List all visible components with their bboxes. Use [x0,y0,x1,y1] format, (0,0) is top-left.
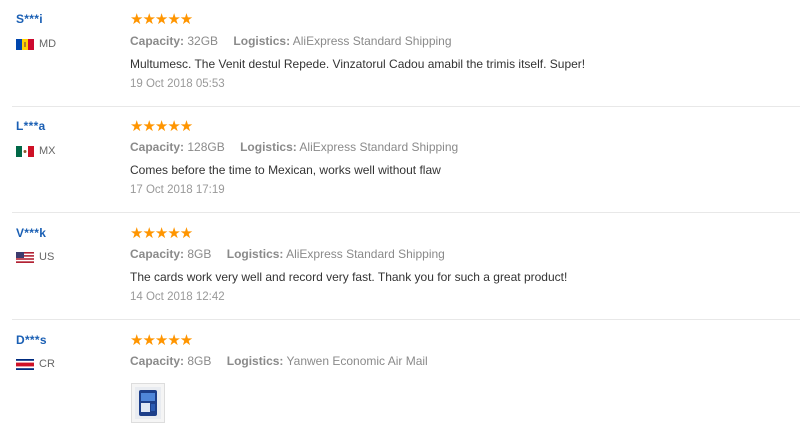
reviewer-country: CR [16,358,55,370]
reviewer-country: MD [16,38,56,50]
logistics-label: Logistics: [233,34,291,48]
flag-md-icon [16,38,34,50]
review-date: 19 Oct 2018 05:53 [130,78,225,90]
capacity-label: Capacity: [130,354,185,368]
review-date: 17 Oct 2018 17:19 [130,184,225,196]
star-rating: ★★★★★ [130,11,193,28]
logistics-label: Logistics: [240,140,297,154]
star-rating: ★★★★★ [130,118,193,135]
order-info: Capacity: 32GB Logistics: AliExpress Sta… [130,34,452,48]
capacity-label: Capacity: [130,34,185,48]
capacity-label: Capacity: [130,140,185,154]
capacity-label: Capacity: [130,247,185,261]
review-text: The cards work very well and record very… [130,270,568,284]
reviewer-name[interactable]: L***a [16,119,46,133]
logistics-value: Yanwen Economic Air Mail [286,354,428,368]
reviewer-country: US [16,251,54,263]
order-info: Capacity: 8GB Logistics: AliExpress Stan… [130,247,445,261]
star-rating: ★★★★★ [130,332,193,349]
flag-cr-icon [16,358,34,370]
country-code: MX [39,145,56,157]
capacity-value: 32GB [187,34,219,48]
review-photo-thumbnail[interactable] [131,383,165,423]
reviewer-country: MX [16,145,56,157]
review-text: Multumesc. The Venit destul Repede. Vinz… [130,57,586,71]
country-code: MD [39,38,57,50]
logistics-label: Logistics: [226,354,284,368]
order-info: Capacity: 8GB Logistics: Yanwen Economic… [130,354,428,368]
review-divider [12,319,800,320]
logistics-value: AliExpress Standard Shipping [292,34,452,48]
logistics-value: AliExpress Standard Shipping [299,140,459,154]
review-text: Comes before the time to Mexican, works … [130,163,441,177]
star-rating: ★★★★★ [130,225,193,242]
sd-card-photo-icon [135,387,161,419]
flag-us-icon [16,251,34,263]
reviewer-name[interactable]: S***i [16,12,43,26]
reviewer-name[interactable]: D***s [16,333,47,347]
order-info: Capacity: 128GB Logistics: AliExpress St… [130,140,458,154]
review-divider [12,106,800,107]
flag-mx-icon [16,145,34,157]
logistics-value: AliExpress Standard Shipping [286,247,445,261]
review-divider [12,212,800,213]
review-date: 14 Oct 2018 12:42 [130,291,225,303]
country-code: US [39,251,55,263]
logistics-label: Logistics: [226,247,284,261]
capacity-value: 8GB [187,354,212,368]
reviewer-name[interactable]: V***k [16,226,46,240]
capacity-value: 128GB [187,140,225,154]
capacity-value: 8GB [187,247,212,261]
country-code: CR [39,358,55,370]
